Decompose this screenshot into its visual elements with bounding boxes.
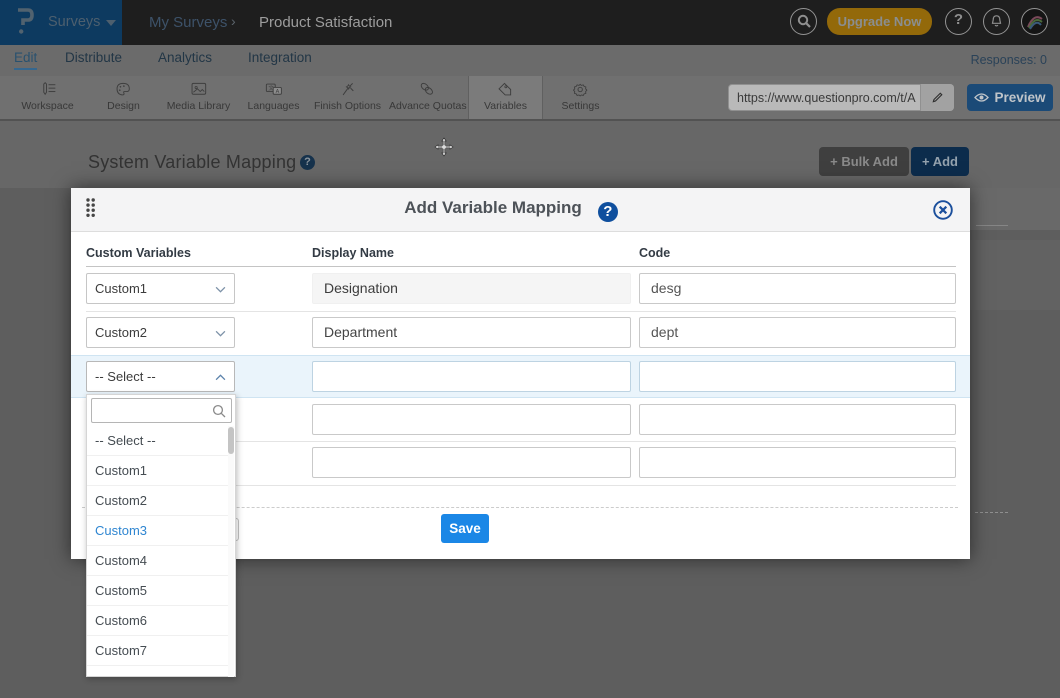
svg-text:A: A [275, 89, 279, 95]
